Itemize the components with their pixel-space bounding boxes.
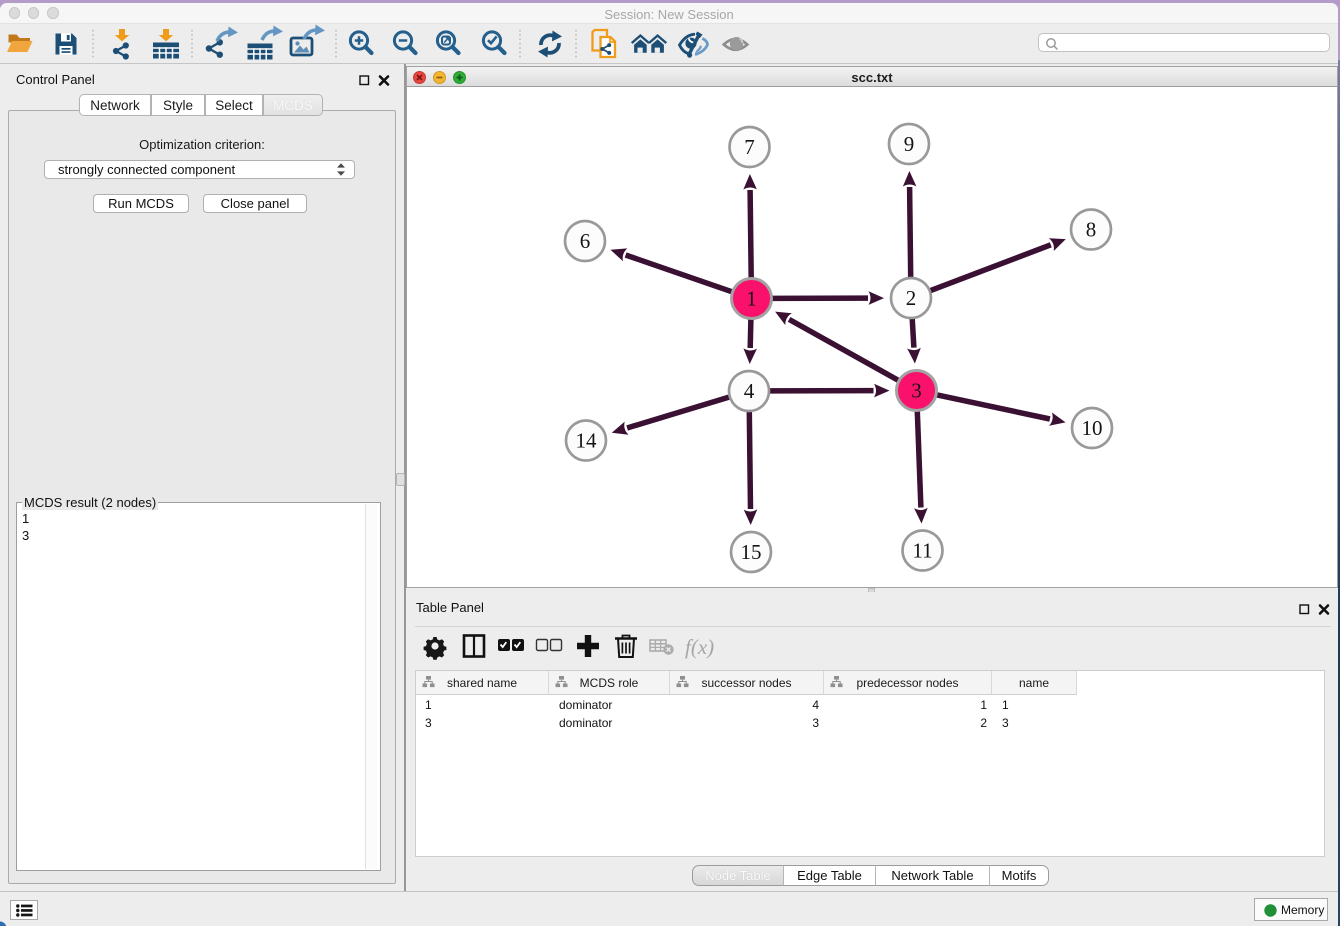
svg-text:3: 3 [911,379,922,403]
svg-text:8: 8 [1086,218,1097,242]
svg-text:1: 1 [746,287,757,311]
svg-text:15: 15 [741,540,762,564]
svg-text:7: 7 [744,135,755,159]
svg-text:9: 9 [904,132,915,156]
svg-text:2: 2 [906,286,917,310]
svg-text:10: 10 [1082,416,1103,440]
svg-text:6: 6 [580,229,591,253]
svg-text:11: 11 [912,539,932,563]
svg-text:4: 4 [744,379,755,403]
svg-text:14: 14 [576,429,598,453]
svg-text:f(x): f(x) [685,635,714,659]
